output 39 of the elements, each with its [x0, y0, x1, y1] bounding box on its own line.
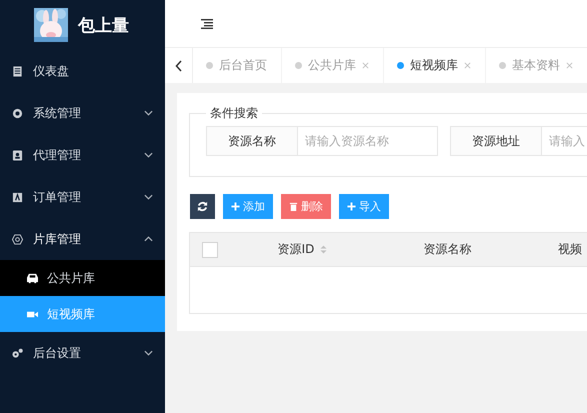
close-icon[interactable] [362, 62, 369, 69]
sort-icon[interactable] [320, 245, 328, 254]
hexagon-icon [12, 234, 23, 244]
tab[interactable]: 短视频库 [384, 48, 486, 83]
gears-icon [12, 348, 23, 358]
gear-icon [12, 108, 23, 118]
menu-item[interactable]: 代理管理 [0, 134, 165, 176]
field-label: 资源地址 [450, 126, 542, 156]
chevron-left-icon [174, 60, 182, 72]
menu-item[interactable]: 系统管理 [0, 92, 165, 134]
refresh-icon [197, 201, 208, 212]
close-icon[interactable] [566, 62, 573, 69]
car-icon [26, 272, 39, 284]
column-header: 资源名称 [424, 241, 472, 258]
plus-icon [347, 202, 356, 211]
trash-icon [289, 202, 298, 211]
contact-card-icon [12, 150, 23, 160]
column-header: 资源ID [278, 241, 314, 258]
input-field[interactable]: 请输入 [542, 126, 587, 156]
status-dot [295, 62, 302, 69]
letter-icon [12, 192, 23, 202]
menu-icon[interactable] [201, 18, 213, 28]
column-header: 视频 [558, 241, 582, 258]
menu-item[interactable]: 仪表盘 [0, 50, 165, 92]
menu-item[interactable]: 片库管理 [0, 218, 165, 260]
status-dot [499, 62, 506, 69]
close-icon[interactable] [464, 62, 471, 69]
status-dot [206, 62, 213, 69]
plus-icon [231, 202, 240, 211]
menu-item[interactable]: 后台设置 [0, 332, 165, 374]
field-label: 资源名称 [206, 126, 298, 156]
app-title: 包上量 [78, 14, 129, 36]
search-legend: 条件搜索 [206, 105, 262, 122]
document-icon [12, 66, 23, 76]
refresh-button[interactable] [190, 194, 215, 219]
menu-item[interactable]: 订单管理 [0, 176, 165, 218]
input-field[interactable]: 请输入资源名称 [298, 126, 438, 156]
status-dot [397, 62, 404, 69]
checkbox[interactable] [202, 242, 218, 258]
